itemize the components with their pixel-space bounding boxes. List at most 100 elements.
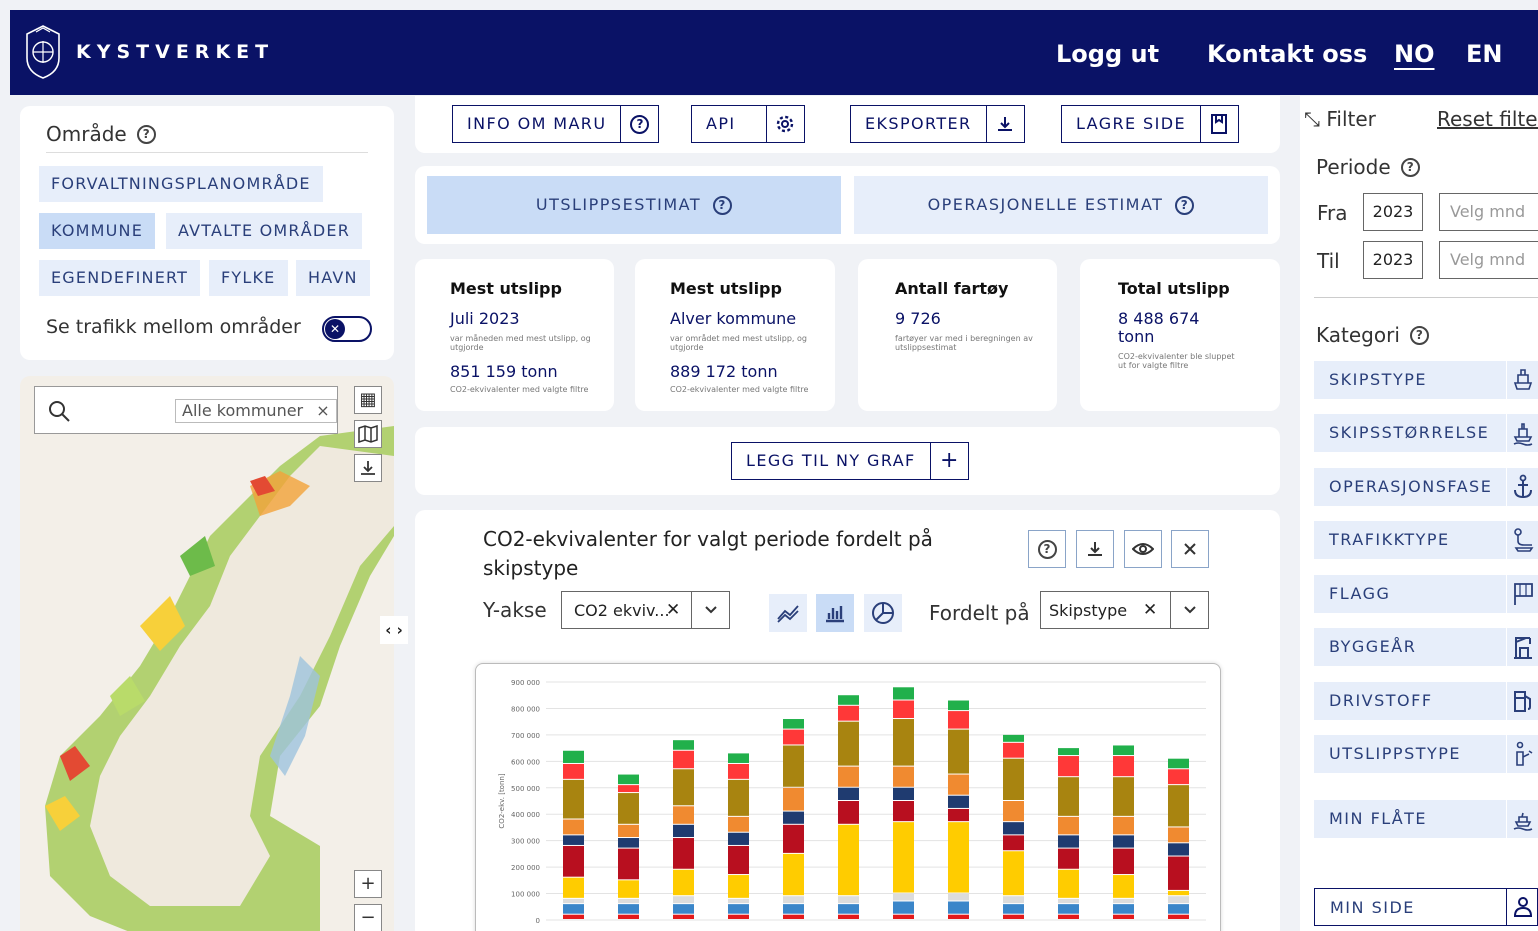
category-flag[interactable]: FLAGG	[1314, 575, 1538, 613]
filter-header[interactable]: ⤡ Filter	[1304, 107, 1376, 131]
lang-en-link[interactable]: EN	[1466, 40, 1502, 68]
chart-bar-segment	[838, 705, 859, 721]
chart-bar-segment	[783, 811, 804, 824]
category-label: SKIPSTYPE	[1329, 370, 1427, 389]
tab-emissions[interactable]: UTSLIPPSESTIMAT ?	[427, 176, 841, 234]
my-page-button[interactable]: MIN SIDE	[1314, 888, 1538, 926]
chart-help-button[interactable]: ?	[1028, 530, 1066, 568]
grid-view-icon[interactable]: ▦	[354, 386, 382, 414]
category-fuel[interactable]: DRIVSTOFF	[1314, 682, 1538, 720]
help-icon[interactable]: ?	[136, 124, 156, 144]
chart-bar-segment	[948, 774, 969, 795]
chip-forvaltningsplan[interactable]: FORVALTNINGSPLANOMRÅDE	[39, 166, 323, 202]
yaxis-select[interactable]: CO2 ekviv... ✕	[561, 591, 730, 629]
chart-bar-segment	[1168, 769, 1189, 785]
area-panel: Område ? FORVALTNINGSPLANOMRÅDE KOMMUNE …	[20, 106, 394, 360]
help-icon[interactable]: ?	[713, 195, 733, 215]
chart-close-button[interactable]	[1171, 530, 1209, 568]
from-label: Fra	[1317, 201, 1348, 225]
clear-icon[interactable]: ✕	[666, 600, 680, 620]
ship-icon	[1506, 361, 1538, 399]
y-tick-label: 400 000	[511, 811, 540, 819]
yaxis-select-value: CO2 ekviv...	[574, 601, 670, 620]
chip-fylke[interactable]: FYLKE	[209, 260, 288, 296]
search-filter-chip[interactable]: Alle kommuner ×	[175, 399, 337, 423]
help-icon[interactable]: ?	[1400, 157, 1420, 177]
chart-bar-segment	[1058, 914, 1079, 919]
tab-operational[interactable]: OPERASJONELLE ESTIMAT ?	[854, 176, 1268, 234]
chart-bar-segment	[1168, 890, 1189, 896]
to-month-select[interactable]: Velg mnd	[1439, 241, 1538, 279]
category-ship-size[interactable]: SKIPSSTØRRELSE	[1314, 414, 1538, 452]
chip-kommune[interactable]: KOMMUNE	[39, 213, 156, 249]
map-view[interactable]: Alle kommuner × ▦ + −	[20, 376, 394, 931]
category-label: BYGGEÅR	[1329, 637, 1417, 656]
chart-bar-segment	[1058, 756, 1079, 777]
zoom-out-button[interactable]: −	[354, 904, 382, 931]
help-icon[interactable]: ?	[1409, 325, 1429, 345]
bar-chart-toggle[interactable]	[816, 594, 854, 632]
chip-havn[interactable]: HAVN	[296, 260, 370, 296]
chart-bar-segment	[618, 838, 639, 848]
chart-bar-segment	[1113, 777, 1134, 816]
chart-bar-segment	[1003, 742, 1024, 758]
chart-bar-segment	[838, 824, 859, 896]
lang-no-link[interactable]: NO	[1394, 40, 1435, 68]
stat-value: 9 726	[895, 309, 941, 328]
chart-bar-segment	[948, 808, 969, 822]
category-build-year[interactable]: BYGGEÅR	[1314, 628, 1538, 666]
split-by-select-value: Skipstype	[1049, 601, 1128, 620]
close-icon[interactable]: ×	[316, 401, 329, 420]
chart-bar-segment	[728, 816, 749, 832]
map-layers-icon[interactable]	[354, 420, 382, 448]
category-heading: Kategori ?	[1316, 323, 1429, 347]
chip-avtalte-omrader[interactable]: AVTALTE OMRÅDER	[166, 213, 363, 249]
to-year-select[interactable]: 2023	[1363, 241, 1423, 279]
chart-bar-segment	[948, 700, 969, 711]
my-fleet-button[interactable]: MIN FLÅTE	[1314, 800, 1538, 838]
category-emission-type[interactable]: UTSLIPPSTYPE	[1314, 735, 1538, 773]
flag-icon	[1506, 575, 1538, 613]
chart-frame: 0 100 000 200 000 300 000 400 000 500 000 600 …	[475, 663, 1221, 931]
info-maru-button[interactable]: INFO OM MARU ?	[452, 105, 660, 143]
category-ship-type[interactable]: SKIPSTYPE	[1314, 361, 1538, 399]
category-operation-phase[interactable]: OPERASJONSFASE	[1314, 468, 1538, 506]
add-graph-button[interactable]: LEGG TIL NY GRAF +	[731, 442, 969, 480]
chart-bar-segment	[1113, 898, 1134, 904]
chart-download-button[interactable]	[1076, 530, 1114, 568]
from-year-select[interactable]: 2023	[1363, 193, 1423, 231]
split-by-select[interactable]: Skipstype ✕	[1040, 591, 1209, 629]
zoom-in-button[interactable]: +	[354, 870, 382, 898]
logout-link[interactable]: Logg ut	[1056, 40, 1159, 68]
pie-chart-toggle[interactable]	[864, 594, 902, 632]
from-month-select[interactable]: Velg mnd	[1439, 193, 1538, 231]
reset-filter-link[interactable]: Reset filter	[1437, 107, 1538, 131]
chart-bar-segment	[618, 848, 639, 880]
period-heading: Periode ?	[1316, 155, 1420, 179]
chart-bar-segment	[948, 893, 969, 901]
save-page-button[interactable]: LAGRE SIDE	[1061, 105, 1239, 143]
stat-value: Alver kommune	[670, 309, 797, 328]
map-search-box[interactable]: Alle kommuner ×	[34, 386, 338, 434]
stat-card-total: Total utslipp 8 488 674 tonn CO2-ekvival…	[1080, 259, 1280, 411]
map-download-icon[interactable]	[354, 454, 382, 482]
add-graph-label: LEGG TIL NY GRAF	[746, 451, 916, 470]
chart-bar-segment	[563, 763, 584, 779]
clear-icon[interactable]: ✕	[1143, 600, 1157, 620]
chart-bar-segment	[893, 901, 914, 914]
help-icon[interactable]: ?	[1175, 195, 1195, 215]
chart-visibility-button[interactable]	[1124, 530, 1162, 568]
chart-bar-segment	[618, 914, 639, 919]
chip-egendefinert[interactable]: EGENDEFINERT	[39, 260, 201, 296]
line-chart-toggle[interactable]	[769, 594, 807, 632]
yaxis-label: Y-akse	[483, 598, 547, 622]
api-button[interactable]: API	[691, 105, 805, 143]
contact-link[interactable]: Kontakt oss	[1207, 40, 1367, 68]
category-traffic-type[interactable]: TRAFIKKTYPE	[1314, 521, 1538, 559]
logo[interactable]: KYSTVERKET	[24, 24, 274, 80]
export-button[interactable]: EKSPORTER	[850, 105, 1025, 143]
traffic-toggle[interactable]: ✕	[322, 316, 372, 342]
chart-bar-segment	[948, 914, 969, 919]
line-chart-icon	[777, 605, 799, 623]
collapse-panel-icon[interactable]: ‹ ›	[380, 616, 408, 644]
